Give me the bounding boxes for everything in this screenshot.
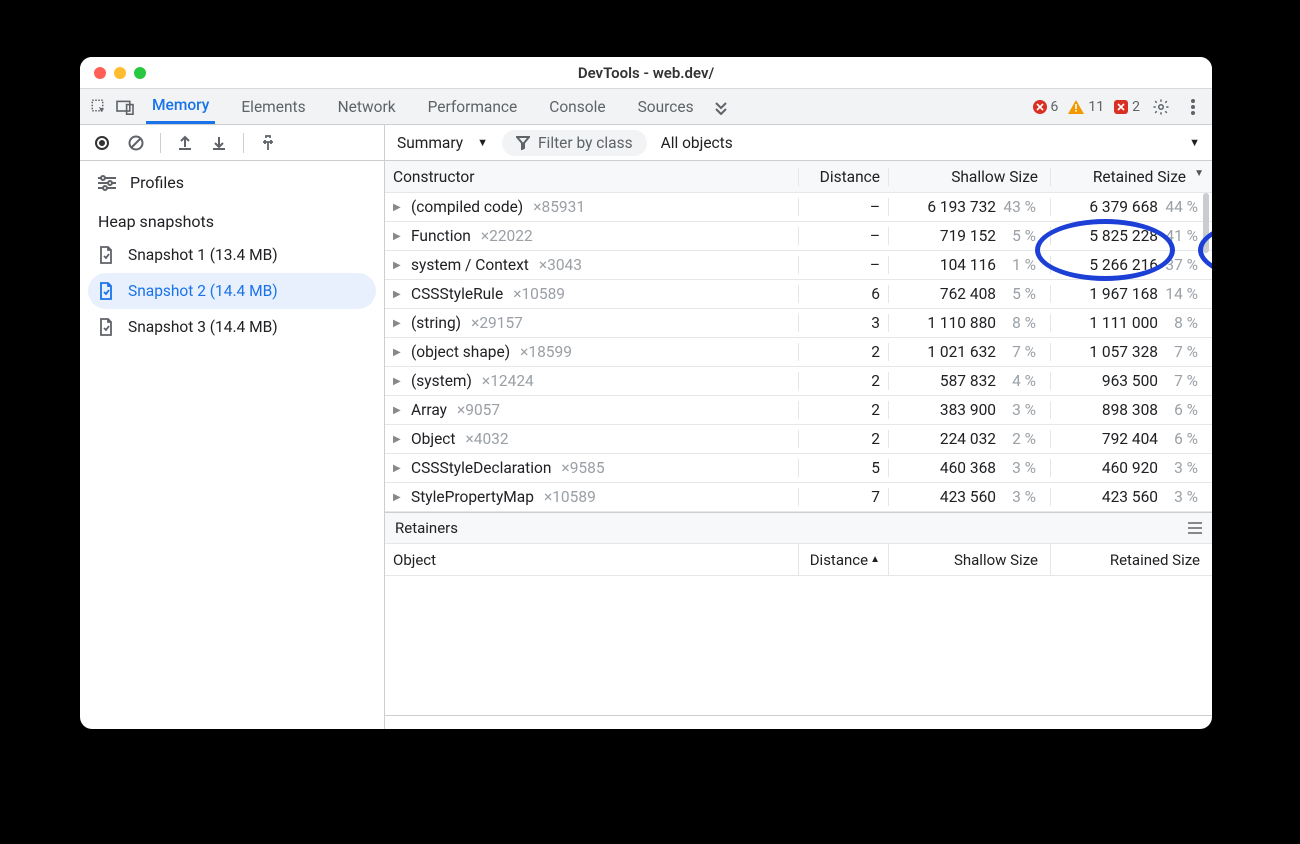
expand-icon[interactable]: ▶ <box>393 347 405 358</box>
tab-performance[interactable]: Performance <box>422 89 524 124</box>
tab-network[interactable]: Network <box>332 89 402 124</box>
panel-tabs: Memory Elements Network Performance Console S… <box>80 89 1212 125</box>
issue-count[interactable]: 2 <box>1114 99 1140 115</box>
ret-col-distance[interactable]: Distance▲ <box>798 544 888 575</box>
record-icon[interactable] <box>92 133 112 153</box>
retainers-body <box>385 576 1212 716</box>
heap-snapshots-label: Heap snapshots <box>80 198 384 237</box>
error-count[interactable]: 6 <box>1033 99 1059 115</box>
col-retained[interactable]: Retained Size▼ <box>1050 168 1212 186</box>
caret-down-icon: ▼ <box>477 136 488 149</box>
expand-icon[interactable]: ▶ <box>393 463 405 474</box>
col-distance[interactable]: Distance <box>798 168 888 186</box>
table-row[interactable]: ▶(system)×124242587 8324 %963 5007 % <box>385 367 1212 396</box>
tab-elements[interactable]: Elements <box>235 89 311 124</box>
expand-icon[interactable]: ▶ <box>393 260 405 271</box>
table-row[interactable]: ▶(compiled code)×85931–6 193 73243 %6 37… <box>385 193 1212 222</box>
expand-icon[interactable]: ▶ <box>393 376 405 387</box>
retainers-header: Retainers <box>385 512 1212 544</box>
expand-icon[interactable]: ▶ <box>393 492 405 503</box>
table-row[interactable]: ▶(object shape)×1859921 021 6327 %1 057 … <box>385 338 1212 367</box>
settings-icon[interactable] <box>1150 96 1172 118</box>
export-icon[interactable] <box>175 133 195 153</box>
col-shallow[interactable]: Shallow Size <box>888 168 1050 186</box>
menu-icon[interactable] <box>1188 522 1202 534</box>
warning-icon <box>1068 100 1084 114</box>
warning-count[interactable]: 11 <box>1068 99 1104 115</box>
memory-sidebar: Profiles Heap snapshots Snapshot 1 (13.4… <box>80 125 385 729</box>
inspect-icon[interactable] <box>88 96 110 118</box>
snapshot-item[interactable]: Snapshot 3 (14.4 MB) <box>88 309 376 345</box>
import-icon[interactable] <box>209 133 229 153</box>
expand-icon[interactable]: ▶ <box>393 289 405 300</box>
table-header: Constructor Distance Shallow Size Retain… <box>385 161 1212 193</box>
ret-col-retained[interactable]: Retained Size <box>1050 544 1212 575</box>
table-row[interactable]: ▶Function×22022–719 1525 %5 825 22841 % <box>385 222 1212 251</box>
kebab-menu-icon[interactable] <box>1182 96 1204 118</box>
clear-icon[interactable] <box>126 133 146 153</box>
profiles-label: Profiles <box>130 173 184 192</box>
tab-console[interactable]: Console <box>543 89 611 124</box>
scrollbar[interactable] <box>1203 193 1209 253</box>
ret-col-object[interactable]: Object <box>385 544 798 575</box>
class-filter-input[interactable]: Filter by class <box>502 130 647 156</box>
table-row[interactable]: ▶system / Context×3043–104 1161 %5 266 2… <box>385 251 1212 280</box>
table-row[interactable]: ▶Object×40322224 0322 %792 4046 % <box>385 425 1212 454</box>
caret-down-icon[interactable]: ▼ <box>1189 136 1200 149</box>
scope-dropdown[interactable]: All objects <box>661 134 733 152</box>
window-title: DevTools - web.dev/ <box>80 64 1212 82</box>
summary-dropdown[interactable]: Summary ▼ <box>397 134 488 152</box>
devtools-window: DevTools - web.dev/ Memory Elements Networ… <box>80 57 1212 729</box>
sliders-icon <box>98 175 116 191</box>
table-row[interactable]: ▶StylePropertyMap×105897423 5603 %423 56… <box>385 483 1212 512</box>
expand-icon[interactable]: ▶ <box>393 405 405 416</box>
error-icon <box>1033 100 1047 114</box>
tab-sources[interactable]: Sources <box>632 89 700 124</box>
expand-icon[interactable]: ▶ <box>393 318 405 329</box>
filter-icon <box>516 136 530 150</box>
col-constructor[interactable]: Constructor <box>385 168 798 186</box>
snapshot-file-icon <box>98 246 116 264</box>
more-tabs-icon[interactable] <box>710 96 732 118</box>
expand-icon[interactable]: ▶ <box>393 202 405 213</box>
expand-icon[interactable]: ▶ <box>393 231 405 242</box>
snapshot-item[interactable]: Snapshot 1 (13.4 MB) <box>88 237 376 273</box>
ret-col-shallow[interactable]: Shallow Size <box>888 544 1050 575</box>
gc-icon[interactable] <box>258 133 278 153</box>
snapshot-file-icon <box>98 282 116 300</box>
device-toolbar-icon[interactable] <box>114 96 136 118</box>
table-row[interactable]: ▶CSSStyleDeclaration×95855460 3683 %460 … <box>385 454 1212 483</box>
snapshot-item[interactable]: Snapshot 2 (14.4 MB) <box>88 273 376 309</box>
table-row[interactable]: ▶CSSStyleRule×105896762 4085 %1 967 1681… <box>385 280 1212 309</box>
issue-icon <box>1114 100 1128 114</box>
table-row[interactable]: ▶(string)×2915731 110 8808 %1 111 0008 % <box>385 309 1212 338</box>
snapshot-file-icon <box>98 318 116 336</box>
retainers-columns: Object Distance▲ Shallow Size Retained S… <box>385 544 1212 576</box>
tab-memory[interactable]: Memory <box>146 89 215 124</box>
memory-main: Summary ▼ Filter by class All objects ▼ … <box>385 125 1212 729</box>
expand-icon[interactable]: ▶ <box>393 434 405 445</box>
titlebar: DevTools - web.dev/ <box>80 57 1212 89</box>
table-row[interactable]: ▶Array×90572383 9003 %898 3086 % <box>385 396 1212 425</box>
